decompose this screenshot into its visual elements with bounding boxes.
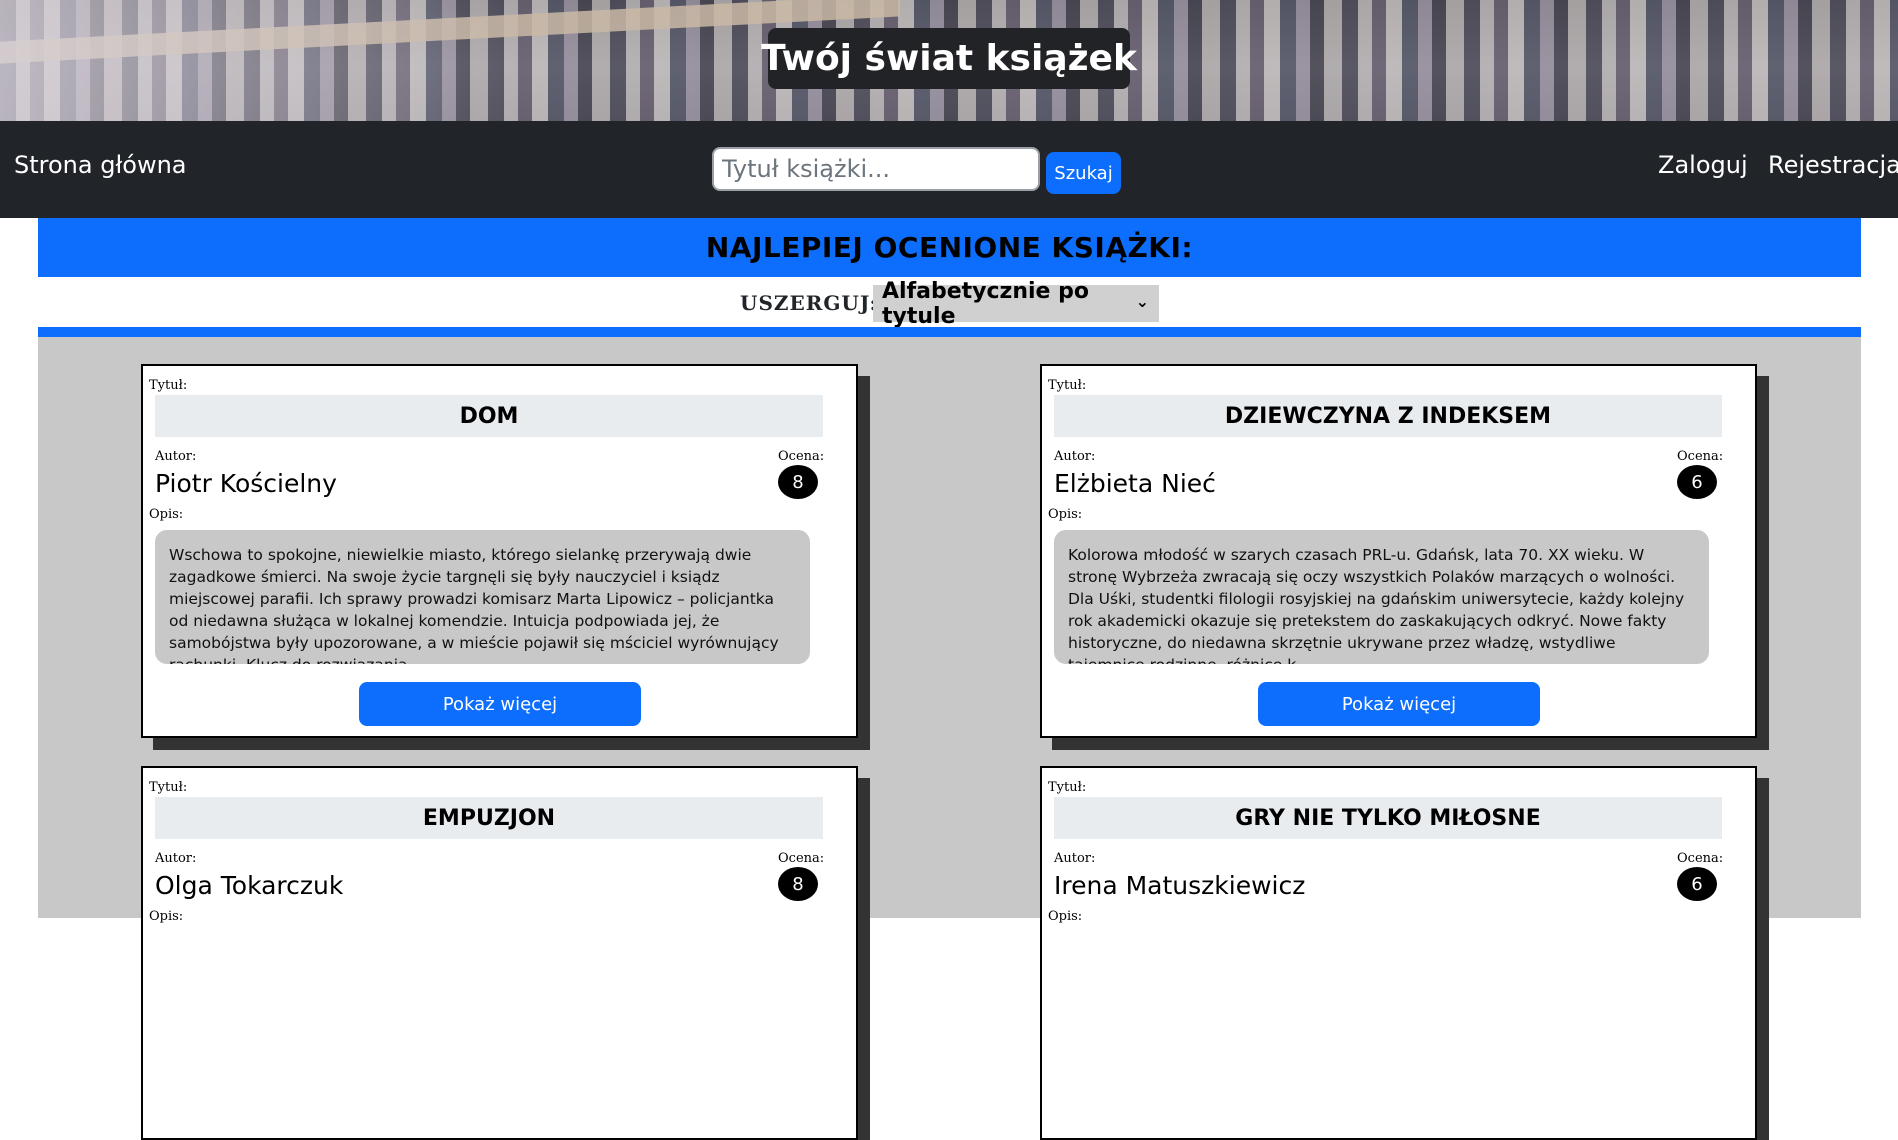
rating-label: Ocena:: [778, 449, 825, 464]
title-label: Tytuł:: [149, 378, 188, 393]
book-card: Tytuł: DZIEWCZYNA Z INDEKSEM Autor: Ocen…: [1040, 364, 1757, 738]
rating-badge: 6: [1677, 465, 1717, 499]
book-card: Tytuł: GRY NIE TYLKO MIŁOSNE Autor: Ocen…: [1040, 766, 1757, 1140]
rating-label: Ocena:: [1677, 449, 1724, 464]
sort-select[interactable]: Alfabetycznie po tytule ⌄: [873, 279, 1159, 329]
book-author: Elżbieta Nieć: [1054, 469, 1216, 498]
description-label: Opis:: [1048, 909, 1083, 924]
search-button[interactable]: Szukaj: [1046, 152, 1121, 194]
book-author: Piotr Kościelny: [155, 469, 337, 498]
rating-label: Ocena:: [778, 851, 825, 866]
book-title: DZIEWCZYNA Z INDEKSEM: [1054, 395, 1722, 437]
chevron-down-icon: ⌄: [1135, 292, 1149, 311]
author-label: Autor:: [155, 851, 197, 866]
book-author: Irena Matuszkiewicz: [1054, 871, 1306, 900]
show-more-button[interactable]: Pokaż więcej: [359, 682, 641, 726]
author-label: Autor:: [155, 449, 197, 464]
book-card: Tytuł: EMPUZJON Autor: Ocena: Olga Tokar…: [141, 766, 858, 1140]
sort-label: USZERGUJ:: [740, 291, 878, 315]
rating-badge: 8: [778, 465, 818, 499]
description-label: Opis:: [149, 909, 184, 924]
description-label: Opis:: [1048, 507, 1083, 522]
book-title: EMPUZJON: [155, 797, 823, 839]
rating-badge: 6: [1677, 867, 1717, 901]
show-more-button[interactable]: Pokaż więcej: [1258, 682, 1540, 726]
search-input[interactable]: [712, 147, 1040, 191]
book-card: Tytuł: DOM Autor: Ocena: Piotr Kościelny…: [141, 364, 858, 738]
header-banner: Twój świat książek: [0, 0, 1898, 121]
rating-label: Ocena:: [1677, 851, 1724, 866]
section-heading-bar: NAJLEPIEJ OCENIONE KSIĄŻKI:: [38, 218, 1861, 277]
sort-selected-value: Alfabetycznie po tytule: [882, 278, 1090, 329]
nav-register-link[interactable]: Rejestracja: [1768, 151, 1898, 179]
nav-login-link[interactable]: Zaloguj: [1658, 151, 1748, 179]
navbar: Strona główna Szukaj Zaloguj Rejestracja: [0, 121, 1898, 218]
book-author: Olga Tokarczuk: [155, 871, 344, 900]
banner-fade: [0, 0, 520, 121]
author-label: Autor:: [1054, 449, 1096, 464]
section-heading: NAJLEPIEJ OCENIONE KSIĄŻKI:: [705, 231, 1194, 264]
title-label: Tytuł:: [1048, 378, 1087, 393]
title-label: Tytuł:: [149, 780, 188, 795]
rating-badge: 8: [778, 867, 818, 901]
author-label: Autor:: [1054, 851, 1096, 866]
nav-home-link[interactable]: Strona główna: [14, 151, 187, 179]
book-title: GRY NIE TYLKO MIŁOSNE: [1054, 797, 1722, 839]
book-description: Kolorowa młodość w szarych czasach PRL-u…: [1054, 530, 1709, 664]
book-description: Wschowa to spokojne, niewielkie miasto, …: [155, 530, 810, 664]
description-label: Opis:: [149, 507, 184, 522]
site-title: Twój świat książek: [761, 28, 1137, 89]
book-title: DOM: [155, 395, 823, 437]
title-label: Tytuł:: [1048, 780, 1087, 795]
divider: [38, 327, 1861, 337]
